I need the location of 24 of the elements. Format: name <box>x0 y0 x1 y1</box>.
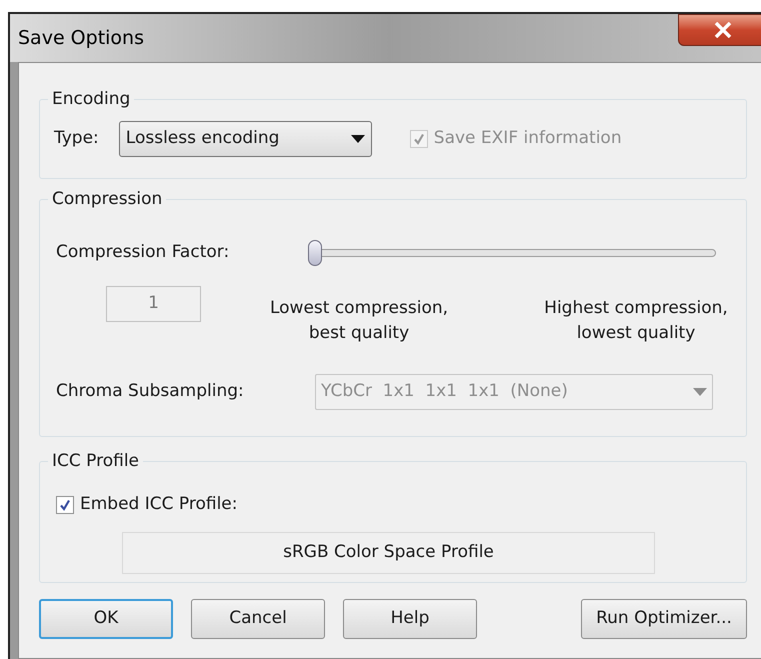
caret-icon <box>350 135 365 143</box>
group-title: Encoding <box>48 88 134 110</box>
checkbox[interactable] <box>56 496 74 514</box>
dialog-button[interactable]: Run Optimizer... <box>581 599 747 639</box>
type-label: Type: <box>54 127 99 150</box>
dialog-button[interactable]: Cancel <box>191 599 325 639</box>
checkbox-label: Embed ICC Profile: <box>80 493 238 516</box>
check-icon <box>412 133 425 145</box>
group-title: Compression <box>48 188 166 210</box>
low-quality-caption: Lowest compression, best quality <box>268 297 450 345</box>
caret-icon <box>693 388 707 396</box>
dialog-button[interactable]: Help <box>343 599 477 639</box>
chroma-label: Chroma Subsampling: <box>56 380 245 404</box>
close-button[interactable] <box>678 14 761 46</box>
slider-track[interactable] <box>308 240 716 266</box>
check-icon <box>59 498 71 511</box>
profile-field: sRGB Color Space Profile <box>122 532 655 574</box>
window-title: Save Options <box>18 26 144 51</box>
type-dropdown[interactable]: Lossless encoding <box>118 121 372 157</box>
checkbox-label: Save EXIF information <box>434 127 622 150</box>
factor-label: Compression Factor: <box>56 241 230 264</box>
dialog-button[interactable]: OK <box>39 599 173 639</box>
high-quality-caption: Highest compression, lowest quality <box>543 297 729 345</box>
close-icon <box>714 22 732 38</box>
